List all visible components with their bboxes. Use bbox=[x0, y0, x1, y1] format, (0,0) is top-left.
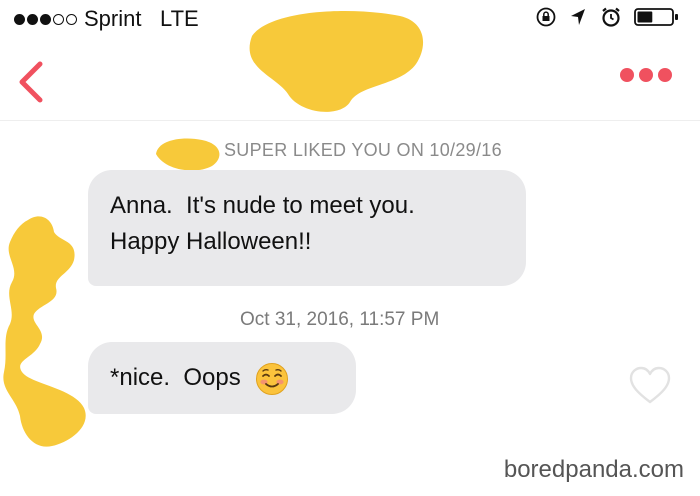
network-type: LTE bbox=[160, 6, 199, 31]
message-timestamp: Oct 31, 2016, 11:57 PM bbox=[240, 309, 440, 330]
location-arrow-icon bbox=[571, 9, 586, 25]
carrier-name: Sprint bbox=[84, 6, 142, 31]
signal-strength-icon bbox=[14, 12, 79, 30]
message-bubble[interactable]: Anna. It's nude to meet you. Happy Hallo… bbox=[88, 170, 526, 286]
message-bubble[interactable]: *nice. Oops bbox=[88, 342, 356, 414]
watermark: boredpanda.com bbox=[503, 456, 684, 483]
rotation-lock-icon bbox=[536, 7, 556, 27]
chevron-left-icon bbox=[19, 61, 43, 103]
message-line: Happy Halloween!! bbox=[110, 228, 312, 255]
more-dot bbox=[620, 68, 634, 82]
more-dot bbox=[639, 68, 653, 82]
message-line: Anna. It's nude to meet you. bbox=[110, 192, 415, 219]
super-like-notice: SUPER LIKED YOU ON 10/29/16 bbox=[224, 140, 502, 160]
more-options-button[interactable] bbox=[615, 68, 672, 87]
more-dot bbox=[658, 68, 672, 82]
heart-icon bbox=[629, 366, 671, 404]
smiling-face-icon bbox=[256, 362, 289, 395]
alarm-clock-icon bbox=[601, 7, 620, 27]
redaction-name bbox=[249, 10, 424, 112]
redaction-small bbox=[156, 138, 220, 171]
back-button[interactable] bbox=[14, 60, 50, 104]
like-message-button[interactable] bbox=[628, 366, 672, 411]
redaction-avatar bbox=[3, 216, 86, 447]
battery-icon bbox=[634, 8, 678, 26]
message-text: *nice. Oops bbox=[110, 364, 241, 391]
status-icons bbox=[527, 6, 680, 28]
